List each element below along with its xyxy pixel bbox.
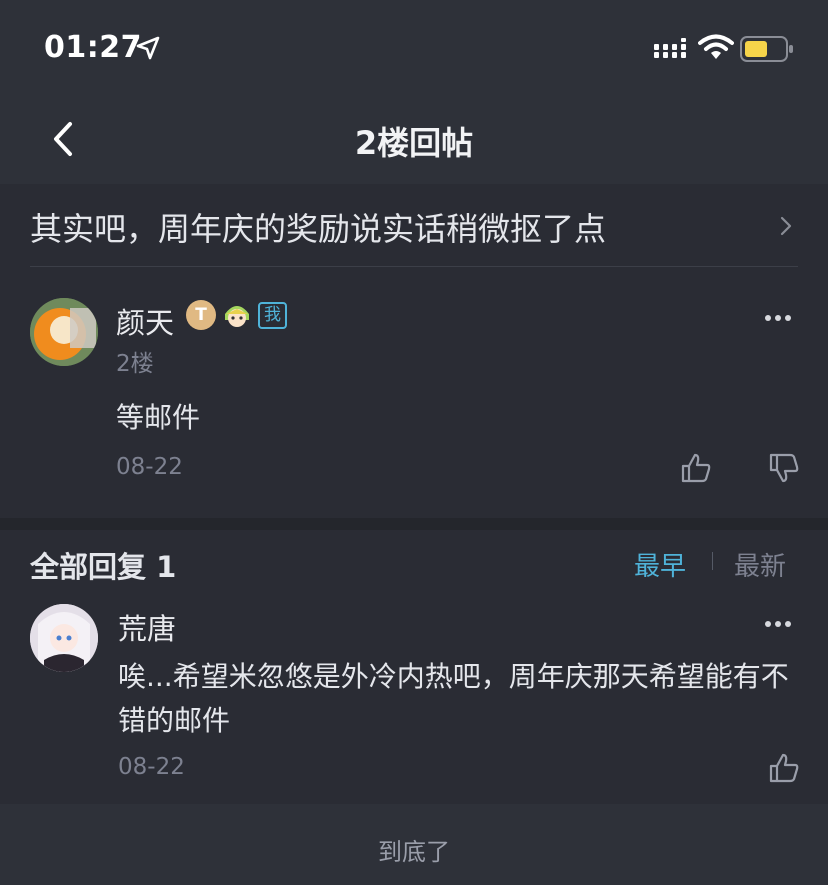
more-options-icon[interactable] <box>764 314 792 322</box>
status-time: 01:27 <box>44 30 142 65</box>
sort-earliest-tab[interactable]: 最早 <box>634 546 686 583</box>
page-title: 2楼回帖 <box>354 124 474 162</box>
avatar[interactable] <box>30 298 98 366</box>
avatar-image <box>30 298 98 366</box>
chevron-right-icon[interactable] <box>778 214 794 238</box>
thumbs-down-icon[interactable] <box>768 452 800 484</box>
replies-header: 全部回复 1 <box>30 550 177 584</box>
thumbs-up-icon[interactable] <box>768 752 800 784</box>
divider <box>30 266 798 267</box>
wifi-icon <box>698 34 734 59</box>
thumbs-up-icon[interactable] <box>680 452 712 484</box>
reply-author-name[interactable]: 荒唐 <box>118 606 176 648</box>
location-arrow-icon <box>136 36 160 60</box>
thread-title-link[interactable]: 其实吧，周年庆的奖励说实话稍微抠了点 <box>30 204 606 250</box>
more-options-icon[interactable] <box>764 620 792 628</box>
reply-content: 唉...希望米忽悠是外冷内热吧，周年庆那天希望能有不错的邮件 <box>118 660 789 737</box>
sort-separator <box>712 552 713 570</box>
post-content: 等邮件 <box>116 401 201 434</box>
author-name[interactable]: 颜天 <box>116 300 174 342</box>
post-date: 08-22 <box>116 454 183 480</box>
avatar[interactable] <box>30 604 98 672</box>
me-badge: 我 <box>258 302 287 329</box>
signal-icon <box>654 38 686 58</box>
reply-date: 08-22 <box>118 754 185 780</box>
avatar-image <box>30 604 98 672</box>
battery-icon <box>740 36 793 62</box>
sort-newest-tab[interactable]: 最新 <box>734 546 786 583</box>
end-of-list-text: 到底了 <box>378 838 450 866</box>
level-badge: T <box>186 300 216 330</box>
floor-number: 2楼 <box>116 351 154 377</box>
character-badge-icon <box>225 306 249 327</box>
section-gap <box>0 518 828 530</box>
